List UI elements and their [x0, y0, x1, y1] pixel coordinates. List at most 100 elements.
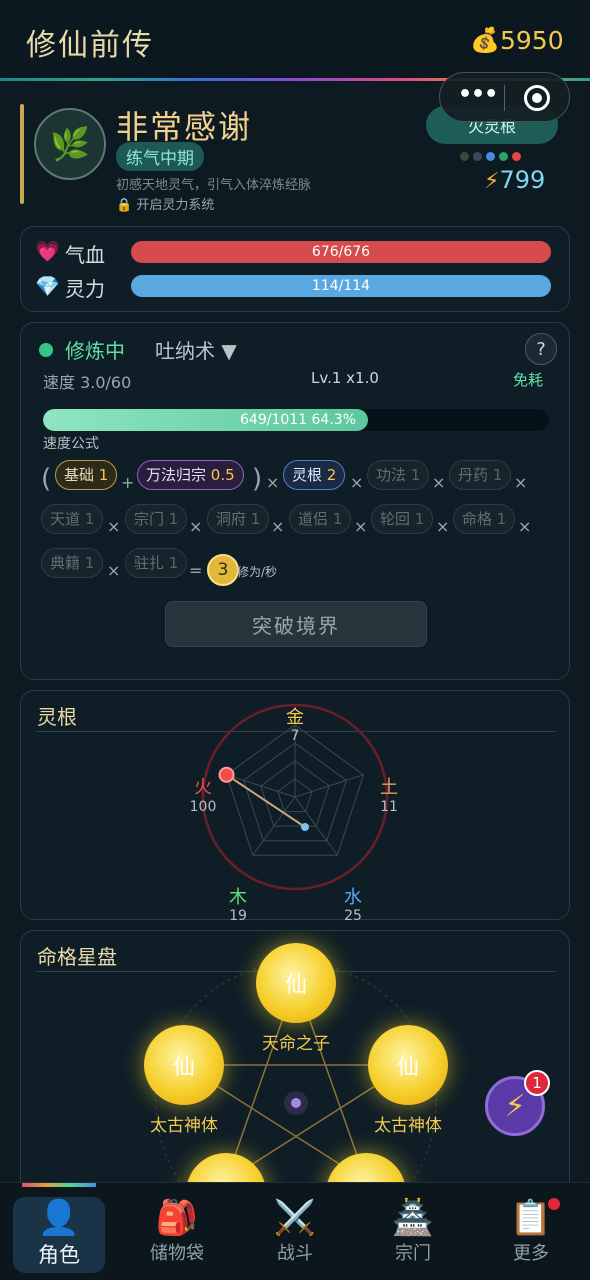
person-icon: 👤: [37, 1198, 81, 1238]
herb-icon: 🌿: [50, 125, 90, 163]
avatar[interactable]: 🌿: [34, 108, 106, 180]
root-dot: [473, 152, 482, 161]
formula-chip-value: 1: [406, 466, 421, 484]
destiny-orb[interactable]: 仙: [368, 1025, 448, 1105]
backpack-icon: 🎒: [155, 1198, 199, 1238]
formula-chip-name: 典籍: [50, 554, 81, 572]
top-header: 修仙前传 💰 5950: [0, 0, 590, 82]
mp-label: 灵力: [65, 277, 105, 301]
star-chart-orbs: 仙天命之子仙太古神体仙太古神体: [21, 931, 569, 1199]
destiny-orb[interactable]: 仙: [256, 943, 336, 1023]
realm-badge: 练气中期: [116, 142, 204, 171]
radar-element-value: 100: [190, 799, 217, 815]
formula-chip-value: 1: [492, 510, 507, 528]
formula-chip-name: 命格: [462, 510, 493, 528]
nav-role[interactable]: 👤 角色: [13, 1197, 105, 1273]
formula-chip-value: 2: [322, 466, 337, 484]
unlock-hint: 🔒 开启灵力系统: [116, 194, 214, 213]
close-target-icon[interactable]: [524, 85, 550, 111]
root-dot: [512, 152, 521, 161]
coin-bag-icon: 💰: [470, 26, 500, 54]
formula-chip[interactable]: 洞府 1: [207, 504, 270, 534]
app-title: 修仙前传: [26, 28, 154, 63]
nav-sect[interactable]: 🏯 宗门: [367, 1197, 459, 1273]
formula-chip-name: 万法归宗: [146, 466, 207, 484]
unlock-hint-text: 开启灵力系统: [136, 198, 215, 213]
times-operator: ×: [266, 473, 280, 492]
formula-chip-value: 1: [164, 554, 179, 572]
nav-battle[interactable]: ⚔️ 战斗: [249, 1197, 341, 1273]
times-operator: ×: [432, 473, 446, 492]
radar-fire-point: [218, 766, 235, 783]
formula-chip[interactable]: 丹药 1: [449, 460, 512, 490]
radar-element-value: 19: [229, 908, 247, 921]
formula-chip-value: 1: [164, 510, 179, 528]
formula-chip[interactable]: 典籍 1: [41, 548, 104, 578]
miniprogram-capsule: •••: [439, 72, 570, 122]
hp-bar: 676/676: [131, 241, 551, 263]
formula-chip[interactable]: 功法 1: [367, 460, 430, 490]
times-operator: ×: [107, 561, 121, 580]
formula-chip-name: 天道: [50, 510, 81, 528]
pagoda-icon: 🏯: [391, 1198, 435, 1238]
radar-element-label: 土: [380, 777, 398, 798]
right-paren: ): [252, 464, 263, 494]
formula-chip[interactable]: 万法归宗 0.5: [137, 460, 244, 490]
formula-chip[interactable]: 灵根 2: [283, 460, 346, 490]
diamond-icon: 💎: [35, 274, 60, 298]
profile-accent-bar: [20, 104, 24, 204]
radar-element-label: 金: [286, 707, 304, 728]
clipboard-icon: 📋: [509, 1198, 553, 1238]
formula-chip-value: 1: [94, 466, 109, 484]
formula-chip[interactable]: 天道 1: [41, 504, 104, 534]
mp-bar: 114/114: [131, 275, 551, 297]
energy-value: 799: [499, 166, 546, 194]
formula-chip[interactable]: 驻扎 1: [125, 548, 188, 578]
destiny-orb-label: 太古神体: [374, 1116, 442, 1136]
formula-chip-value: 1: [328, 510, 343, 528]
active-tab-indicator: [22, 1183, 96, 1187]
lightning-icon: ⚡: [504, 1088, 526, 1124]
nav-more[interactable]: 📋 更多: [485, 1197, 577, 1273]
stats-card: 💗 气血 676/676 💎 灵力 114/114: [20, 226, 570, 312]
bottom-nav: 👤 角色 🎒 储物袋 ⚔️ 战斗 🏯 宗门 📋 更多: [0, 1182, 590, 1280]
nav-label: 角色: [38, 1243, 80, 1267]
root-dot: [460, 152, 469, 161]
breakthrough-button[interactable]: 突破境界: [165, 601, 427, 647]
equals-operator: =: [189, 561, 203, 580]
formula-chip-name: 轮回: [380, 510, 411, 528]
more-menu-icon[interactable]: •••: [458, 82, 498, 107]
nav-label: 战斗: [277, 1243, 313, 1264]
root-dots: [460, 146, 525, 165]
destiny-orb-label: 天命之子: [262, 1034, 330, 1054]
destiny-orb[interactable]: 仙: [144, 1025, 224, 1105]
realm-description: 初感天地灵气，引气入体淬炼经脉: [116, 178, 312, 193]
hp-label: 气血: [65, 243, 105, 267]
spirit-root-card: 灵根 金 7 土 11 水 25 木 19 火 100: [20, 690, 570, 921]
nav-label: 储物袋: [150, 1243, 204, 1264]
speed-result-unit: 修为/秒: [237, 565, 278, 579]
star-chart-card: 命格星盘 仙天命之子仙太古神体仙太古神体: [20, 930, 570, 1200]
formula-chip-name: 丹药: [458, 466, 489, 484]
times-operator: ×: [271, 517, 285, 536]
times-operator: ×: [354, 517, 368, 536]
times-operator: ×: [350, 473, 364, 492]
formula-chip[interactable]: 道侣 1: [289, 504, 352, 534]
capsule-divider: [504, 85, 505, 111]
formula-chip-value: 1: [80, 510, 95, 528]
radar-element-value: 25: [344, 908, 362, 921]
times-operator: ×: [514, 473, 528, 492]
formula-chip[interactable]: 命格 1: [453, 504, 516, 534]
formula-chip-name: 宗门: [134, 510, 165, 528]
radar-element-value: 7: [291, 728, 300, 744]
radar-center-point: [301, 823, 309, 831]
formula-chip[interactable]: 宗门 1: [125, 504, 188, 534]
formula-chip-name: 洞府: [216, 510, 247, 528]
formula-chip[interactable]: 轮回 1: [371, 504, 434, 534]
spirit-root-radar: 金7 土11 水25 木19 火100: [190, 703, 398, 921]
lightning-icon: ⚡: [484, 169, 500, 194]
formula-chip[interactable]: 基础 1: [55, 460, 118, 490]
nav-storage-bag[interactable]: 🎒 储物袋: [131, 1197, 223, 1273]
times-operator: ×: [189, 517, 203, 536]
radar-element-label: 木: [229, 887, 247, 908]
